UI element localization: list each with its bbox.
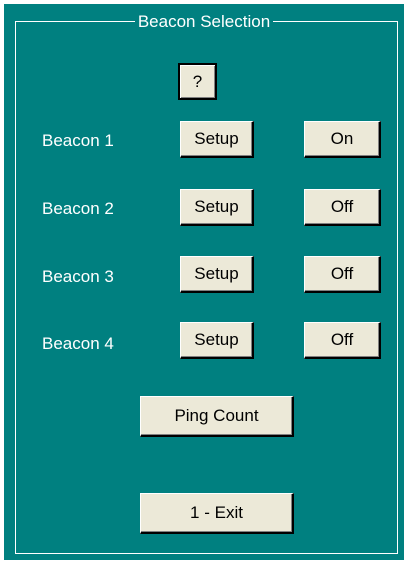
beacon-selection-window: Beacon Selection ? Beacon 1 Setup On Bea… [4, 4, 404, 560]
beacon-2-label: Beacon 2 [42, 199, 114, 218]
help-button[interactable]: ? [178, 63, 217, 100]
beacon-1-toggle-button[interactable]: On [304, 121, 381, 158]
beacon-2-setup-button[interactable]: Setup [180, 189, 254, 226]
beacon-4-label: Beacon 4 [42, 334, 114, 353]
beacon-1-setup-button[interactable]: Setup [180, 121, 254, 158]
beacon-3-toggle-button[interactable]: Off [304, 256, 381, 293]
beacon-1-label: Beacon 1 [42, 131, 114, 150]
beacon-3-setup-button[interactable]: Setup [180, 256, 254, 293]
ping-count-button[interactable]: Ping Count [140, 396, 294, 437]
beacon-4-setup-button[interactable]: Setup [180, 322, 254, 359]
beacon-3-label: Beacon 3 [42, 267, 114, 286]
beacon-4-toggle-button[interactable]: Off [304, 322, 381, 359]
beacon-2-toggle-button[interactable]: Off [304, 189, 381, 226]
exit-button[interactable]: 1 - Exit [140, 493, 294, 534]
